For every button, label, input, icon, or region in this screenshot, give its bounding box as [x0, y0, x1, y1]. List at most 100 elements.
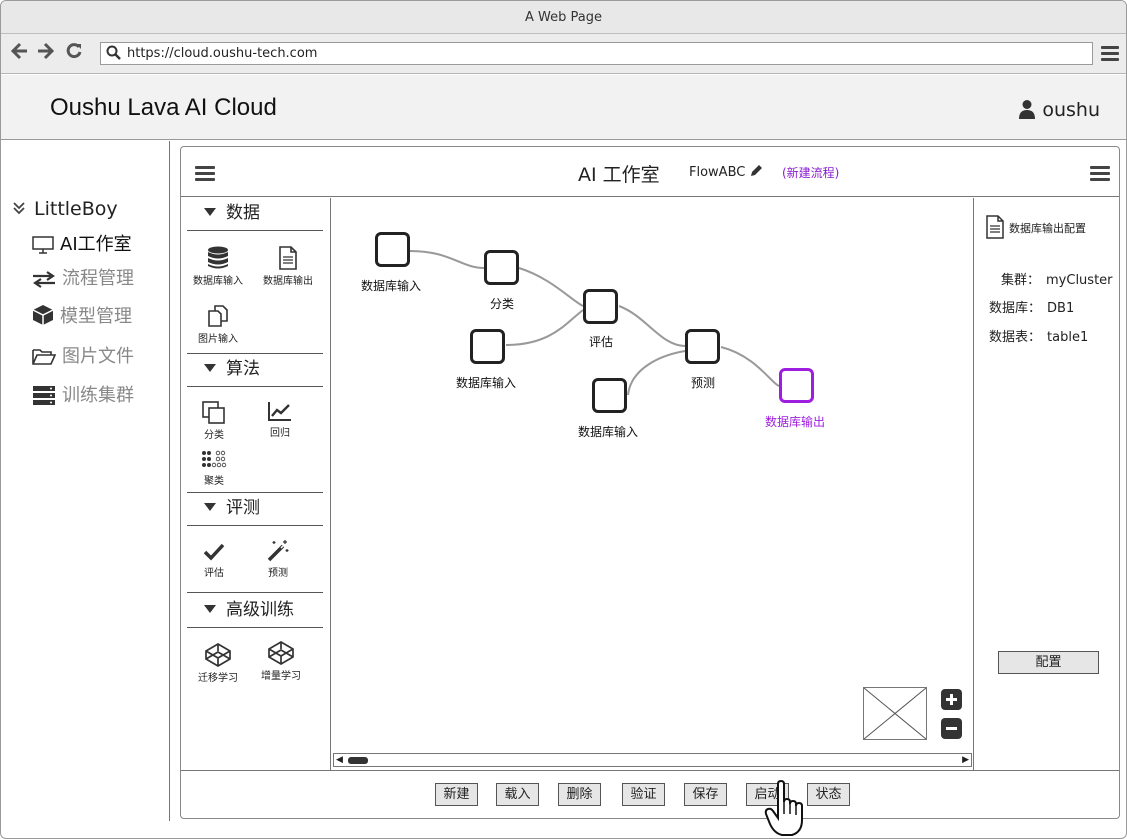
right-menu-icon[interactable]: [1090, 166, 1110, 182]
field-key: 数据库：: [989, 301, 1042, 316]
tool-label: 图片输入: [198, 334, 238, 345]
browser-menu-icon[interactable]: [1101, 46, 1119, 62]
tool-db-input[interactable]: 数据库输入: [185, 246, 251, 287]
sidebar-item-label: AI工作室: [60, 234, 132, 255]
sidebar-item-training-cluster[interactable]: 训练集群: [32, 381, 134, 407]
browser-window: A Web Page https://cloud.oushu-tech.com …: [0, 0, 1127, 839]
zoom-in-button[interactable]: [941, 689, 962, 710]
collapse-triangle-icon: [204, 503, 216, 511]
palette-section-advanced-training[interactable]: 高级训练: [187, 595, 323, 628]
flow-node-db-input-1[interactable]: [375, 232, 410, 267]
sidebar-item-flow-management[interactable]: 流程管理: [32, 264, 134, 290]
sidebar: LittleBoy AI工作室 流程管理 模型管理 图片文件 训练集群: [1, 141, 170, 821]
app-title: Oushu Lava AI Cloud: [50, 94, 277, 121]
flow-edges: [409, 250, 780, 396]
edge: [627, 350, 686, 396]
section-title: 数据: [226, 203, 260, 223]
codepen-icon: [205, 643, 231, 667]
tool-image-input[interactable]: 图片输入: [185, 304, 251, 345]
forward-arrow-icon[interactable]: [36, 42, 55, 64]
edge: [618, 305, 686, 347]
search-icon: [106, 45, 122, 68]
collapse-triangle-icon: [204, 605, 216, 613]
action-bar: 新建 载入 删除 验证 保存 启动 状态: [181, 770, 1119, 818]
collapse-triangle-icon: [204, 364, 216, 372]
back-arrow-icon[interactable]: [10, 42, 29, 64]
url-input[interactable]: https://cloud.oushu-tech.com: [100, 42, 1093, 65]
tool-predict[interactable]: 预测: [245, 538, 311, 579]
sidebar-item-model-management[interactable]: 模型管理: [32, 302, 132, 328]
palette-section-data[interactable]: 数据: [187, 198, 323, 231]
palette-section-evaluation[interactable]: 评测: [187, 493, 323, 526]
load-button[interactable]: 载入: [496, 783, 539, 806]
clone-icon: [202, 401, 225, 424]
folder-open-icon: [32, 349, 57, 365]
tool-label: 数据库输出: [263, 276, 313, 287]
sidebar-item-label: 图片文件: [62, 346, 134, 367]
configure-button[interactable]: 配置: [998, 651, 1099, 674]
tool-label: 迁移学习: [198, 673, 238, 684]
sidebar-tree-root[interactable]: LittleBoy: [12, 198, 118, 220]
config-title: 数据库输出配置: [985, 215, 1086, 239]
flow-node-db-output[interactable]: [779, 368, 814, 403]
tool-cluster[interactable]: 聚类: [181, 450, 247, 487]
zoom-out-button[interactable]: [941, 718, 962, 739]
node-label: 数据库输入: [456, 376, 517, 390]
component-palette: 数据 数据库输入 数据库输出 图片输入 算法 分类 回归 聚类 评测 评估 预测…: [181, 198, 331, 770]
flow-node-evaluate[interactable]: [583, 289, 618, 324]
scrollbar-thumb[interactable]: [348, 757, 368, 764]
field-value: table1: [1047, 330, 1089, 345]
window-title: A Web Page: [1, 1, 1126, 34]
delete-button[interactable]: 删除: [558, 783, 601, 806]
browser-toolbar: https://cloud.oushu-tech.com: [1, 34, 1126, 74]
tool-transfer-learning[interactable]: 迁移学习: [185, 643, 251, 684]
edit-pencil-icon[interactable]: [749, 164, 763, 178]
field-key: 数据表：: [989, 330, 1042, 345]
edge: [409, 250, 485, 269]
edge: [720, 346, 780, 387]
save-button[interactable]: 保存: [684, 783, 727, 806]
copy-files-icon: [208, 305, 228, 327]
minimap[interactable]: [863, 687, 927, 740]
sidebar-item-label: 训练集群: [62, 385, 134, 406]
flow-name-text: FlowABC: [689, 165, 746, 180]
user-menu[interactable]: oushu: [1018, 99, 1100, 121]
palette-section-algorithm[interactable]: 算法: [187, 354, 323, 387]
tool-label: 分类: [204, 430, 224, 441]
sidebar-item-ai-studio[interactable]: AI工作室: [32, 230, 132, 256]
flow-node-classify[interactable]: [484, 250, 519, 285]
cube-icon: [32, 305, 54, 325]
reload-icon[interactable]: [65, 42, 83, 64]
line-chart-icon: [268, 402, 291, 421]
status-button[interactable]: 状态: [807, 783, 850, 806]
validate-button[interactable]: 验证: [622, 783, 665, 806]
server-icon: [33, 386, 55, 405]
flow-status: (新建流程): [782, 166, 840, 180]
scroll-left-icon[interactable]: ◀: [336, 755, 343, 765]
flow-node-db-input-3[interactable]: [592, 378, 627, 413]
flow-canvas[interactable]: 数据库输入 分类 数据库输入 评估 数据库输入 预测 数据库输出 ◀ ▶: [331, 198, 974, 770]
flow-name[interactable]: FlowABC: [689, 164, 763, 180]
node-label: 数据库输入: [578, 425, 639, 439]
ai-studio-panel: AI 工作室 FlowABC (新建流程) 数据 数据库输入 数据库输出 图片输…: [180, 146, 1120, 819]
field-key: 集群：: [1001, 273, 1041, 288]
tool-incremental-learning[interactable]: 增量学习: [248, 641, 314, 682]
scatter-dots-icon: [202, 450, 227, 468]
flow-node-predict[interactable]: [685, 329, 720, 364]
flow-node-db-input-2[interactable]: [470, 329, 505, 364]
tool-label: 聚类: [204, 476, 224, 487]
tool-evaluate[interactable]: 评估: [181, 542, 247, 579]
config-field-table: 数据表： table1: [989, 326, 1088, 345]
scroll-right-icon[interactable]: ▶: [962, 755, 969, 765]
tool-label: 预测: [268, 568, 288, 579]
left-menu-icon[interactable]: [195, 166, 215, 182]
tool-db-output[interactable]: 数据库输出: [255, 246, 321, 287]
tool-regression[interactable]: 回归: [247, 400, 313, 439]
edge: [518, 267, 584, 307]
horizontal-scrollbar[interactable]: ◀ ▶: [333, 753, 972, 767]
sidebar-root-label: LittleBoy: [34, 198, 118, 220]
section-divider: [187, 592, 323, 593]
sidebar-item-image-files[interactable]: 图片文件: [32, 342, 134, 368]
new-button[interactable]: 新建: [435, 783, 478, 806]
tool-classify[interactable]: 分类: [181, 400, 247, 441]
